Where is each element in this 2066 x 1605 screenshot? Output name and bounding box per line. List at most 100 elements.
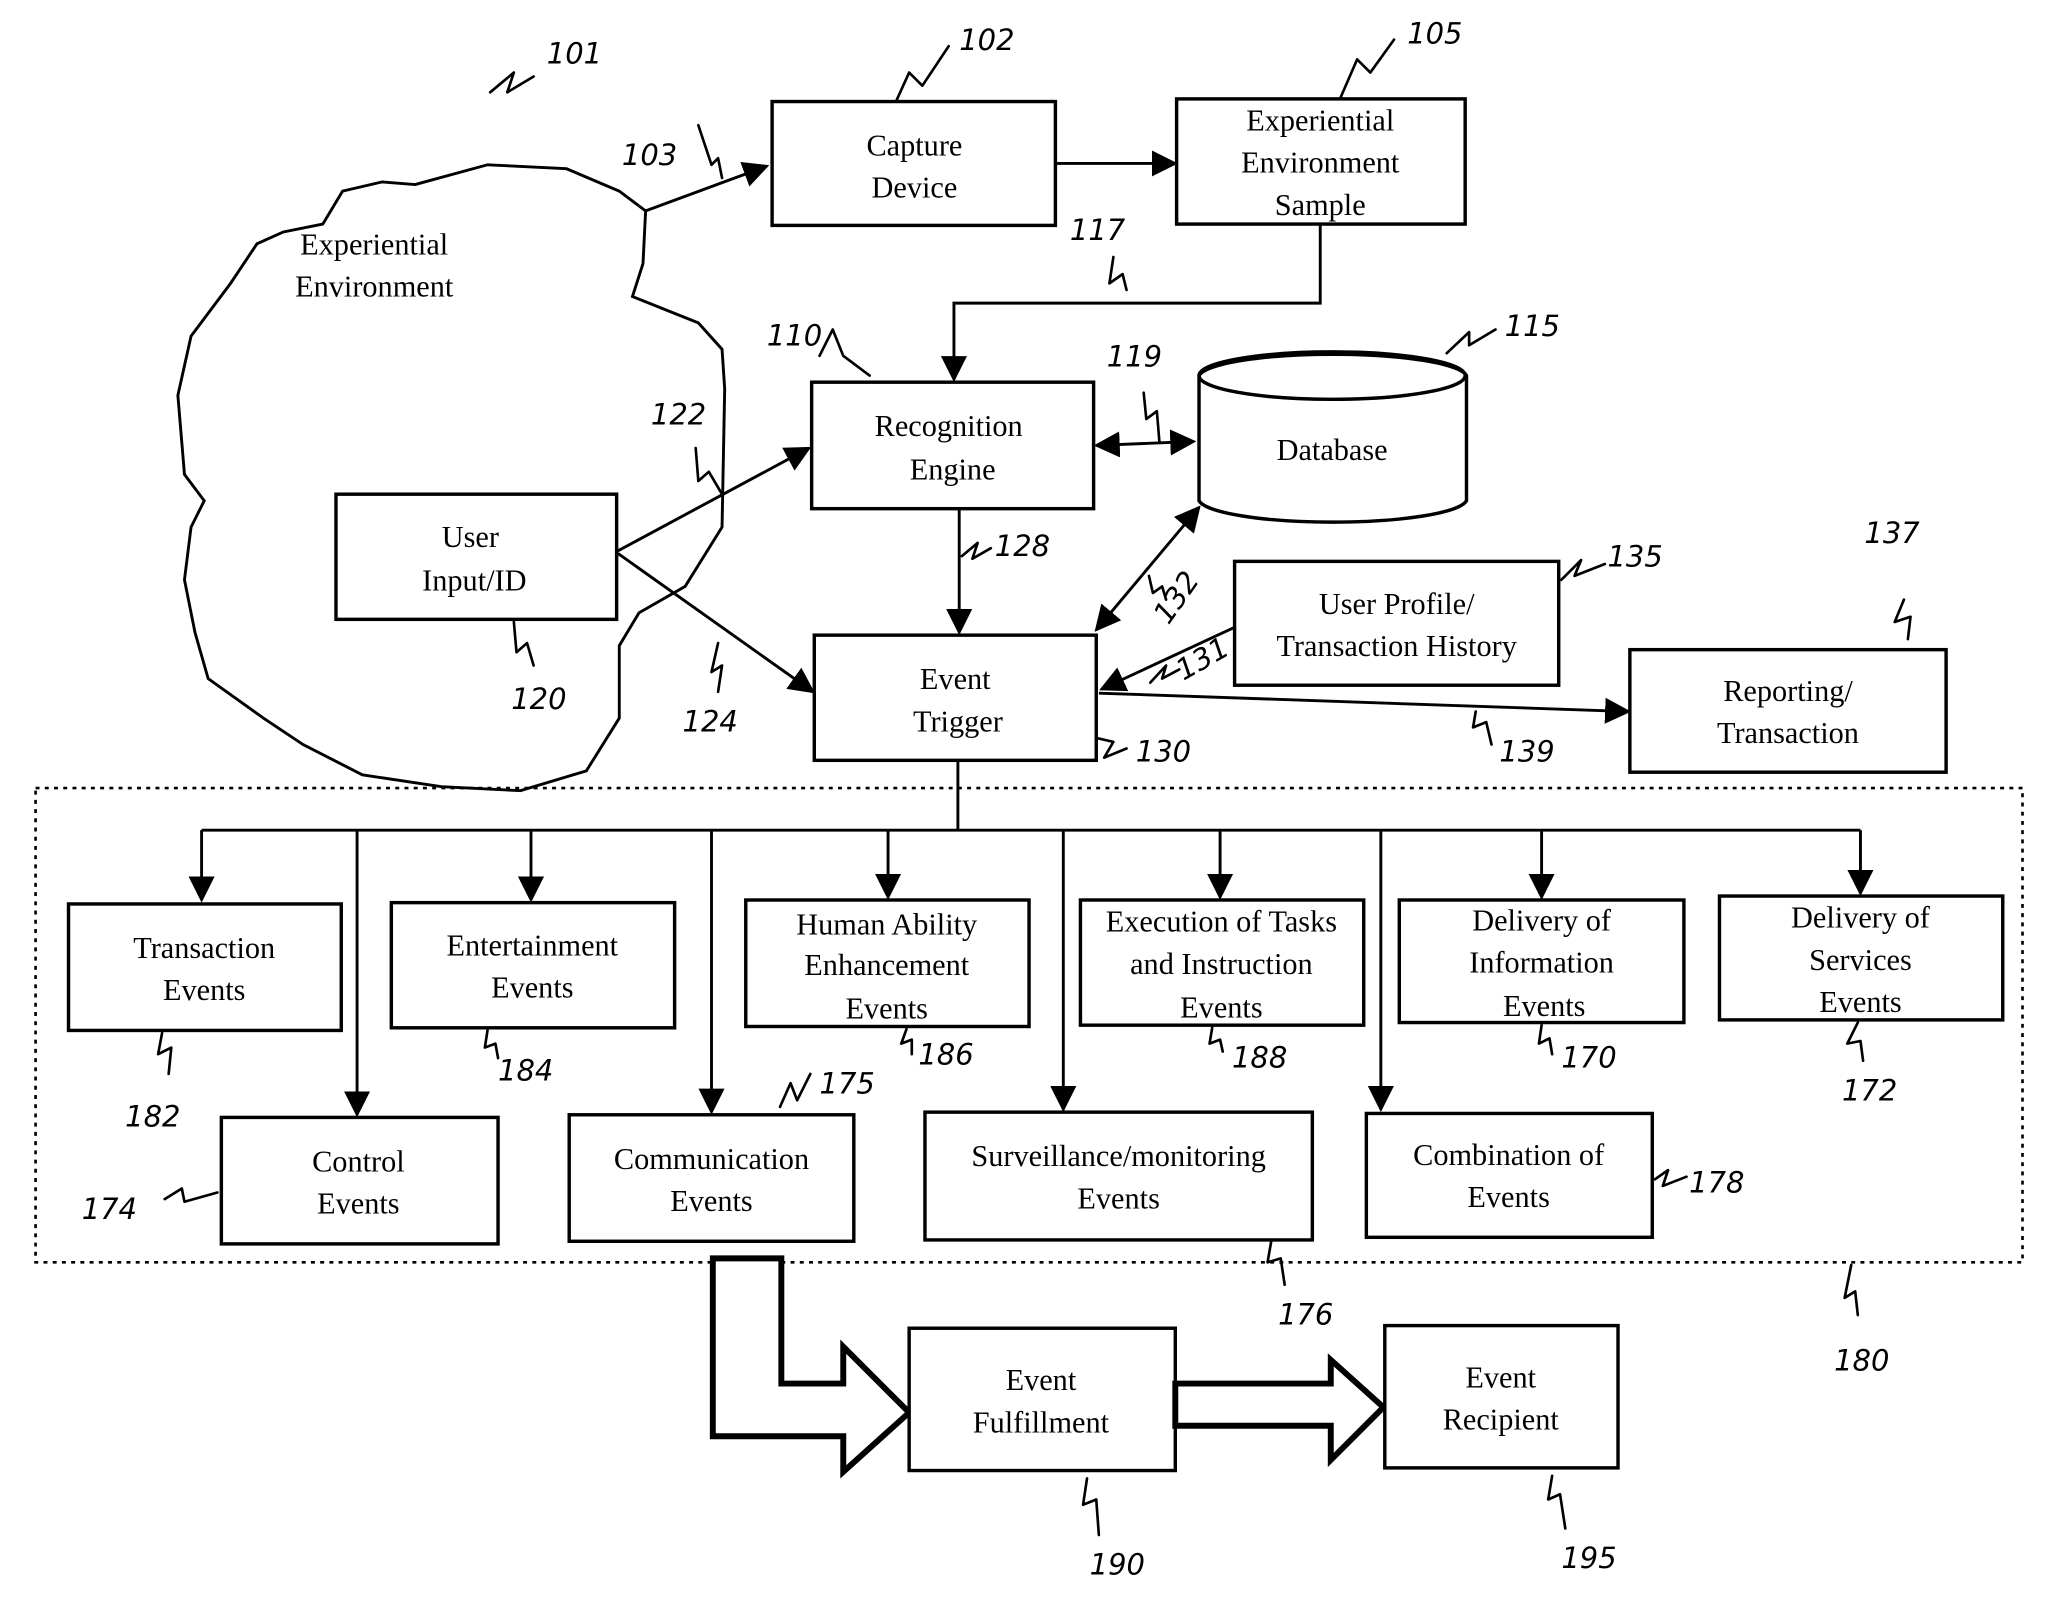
services-label-line-1: Delivery of [1791,901,1931,935]
profile-label-line-2: Transaction History [1276,629,1517,663]
transaction-label-line-2: Events [163,973,245,1007]
information-events-box: Delivery of Information Events 170 [1397,898,1686,1074]
ref-172: 172 [1842,1073,1897,1107]
event-fulfillment-box: Event Fulfillment 190 [907,1326,1178,1582]
ref-leader-135 [1560,558,1607,582]
ref-leader-103 [697,123,724,180]
profile-label-line-1: User Profile/ [1319,587,1475,621]
information-label-line-1: Delivery of [1472,903,1612,937]
ref-122: 122 [651,397,706,431]
surveillance-events-box: Surveillance/monitoring Events 176 [923,1110,1333,1331]
recipient-label-line-2: Recipient [1443,1403,1560,1437]
hollow-arrow-to-recipient [1172,1353,1388,1468]
ref-leader-188 [1208,1026,1225,1053]
ref-leader-190 [1081,1477,1101,1537]
reporting-label-line-1: Reporting/ [1723,674,1853,708]
transaction-label-line-1: Transaction [133,931,275,965]
ref-leader-174 [163,1187,219,1204]
recipient-label-line-1: Event [1465,1361,1536,1395]
ref-leader-110 [818,328,871,377]
arrow-recognition-database [1093,429,1197,458]
ref-184: 184 [498,1054,553,1088]
cloud-label-line-1: Experiential [300,227,448,261]
ref-leader-128 [960,541,993,561]
ref-leader-137 [1893,598,1912,641]
recognition-label-line-1: Recognition [875,409,1023,443]
ref-131: 131 [1170,630,1235,687]
user-input-label-line-2: Input/ID [422,563,526,597]
ref-102: 102 [959,23,1014,57]
ref-leader-117 [1108,255,1128,292]
ref-128: 128 [995,529,1050,563]
human-ability-label-line-2: Enhancement [804,948,969,982]
ref-leader-178 [1653,1168,1688,1188]
sample-label-line-2: Environment [1241,146,1400,180]
ref-leader-195 [1546,1474,1567,1530]
ref-103: 103 [622,138,677,172]
ref-175: 175 [820,1067,875,1101]
patent-flow-diagram: Experiential Environment 101 103 Capture D… [34,17,2024,1582]
ref-leader-184 [483,1029,500,1060]
trigger-label-line-2: Trigger [913,704,1003,738]
cloud-shape [176,163,727,793]
fulfillment-label-line-1: Event [1006,1363,1077,1397]
ref-leader-120 [512,620,535,667]
ref-132: 132 [1146,565,1206,630]
human-ability-events-box: Human Ability Enhancement Events 186 [744,898,1031,1072]
trigger-label-line-1: Event [920,662,991,696]
ref-170: 170 [1561,1040,1616,1074]
ref-176: 176 [1278,1297,1333,1331]
ref-190: 190 [1090,1548,1145,1582]
transaction-events-box: Transaction Events 182 [66,902,343,1134]
execution-events-box: Execution of Tasks and Instruction Events … [1078,898,1366,1074]
event-recipient-box: Event Recipient 195 [1383,1323,1620,1575]
ref-182: 182 [125,1100,180,1134]
ref-110: 110 [767,318,822,352]
ref-leader-170 [1537,1023,1554,1056]
user-input-box: User Input/ID 120 [334,492,619,716]
ref-195: 195 [1561,1541,1616,1575]
surveillance-label-line-1: Surveillance/monitoring [971,1139,1265,1173]
human-ability-label-line-1: Human Ability [796,907,978,941]
communication-events-box: Communication Events 175 [567,1067,875,1243]
information-label-line-3: Events [1503,989,1585,1023]
ref-leader-176 [1266,1238,1286,1287]
ref-188: 188 [1232,1040,1287,1074]
ref-137: 137 [1864,516,1920,550]
entertainment-label-line-2: Events [491,971,573,1005]
event-group-dashed-box: 180 [34,786,2024,1377]
services-label-line-2: Services [1809,943,1912,977]
ref-174: 174 [82,1192,137,1226]
ref-120: 120 [511,682,566,716]
fulfillment-label-line-2: Fulfillment [973,1405,1110,1439]
ref-139: 139 [1499,735,1554,769]
entertainment-events-box: Entertainment Events 184 [389,900,677,1088]
combination-label-line-1: Combination of [1413,1138,1605,1172]
capture-label-line-2: Device [872,171,958,205]
human-ability-label-line-3: Events [846,992,928,1026]
ref-124: 124 [683,704,738,738]
communication-label-line-2: Events [670,1184,752,1218]
information-label-line-2: Information [1469,945,1614,979]
ref-119: 119 [1107,339,1162,373]
combination-events-box: Combination of Events 178 [1364,1111,1744,1240]
ref-leader-101 [488,71,535,94]
reporting-label-line-2: Transaction [1717,716,1859,750]
recognition-label-line-2: Engine [910,453,996,487]
sample-label-line-1: Experiential [1246,104,1394,138]
ref-115: 115 [1505,309,1560,343]
capture-label-line-1: Capture [866,129,962,163]
control-label-line-1: Control [312,1144,405,1178]
recognition-engine-box: Recognition Engine 110 [767,318,1096,511]
ref-leader-105 [1338,38,1396,101]
capture-device-box: Capture Device 102 [770,23,1058,228]
ref-leader-172 [1845,1021,1865,1063]
hollow-arrow-to-fulfillment [709,1255,914,1479]
database-label: Database [1277,433,1388,467]
entertainment-label-line-1: Entertainment [446,928,618,962]
ref-leader-124 [710,641,724,694]
user-profile-box: User Profile/Transaction History 135 [1232,540,1663,687]
arrow-trigger-to-reporting [1098,691,1632,724]
ref-leader-115 [1445,328,1497,355]
arrow-user-to-recognition [617,446,812,553]
